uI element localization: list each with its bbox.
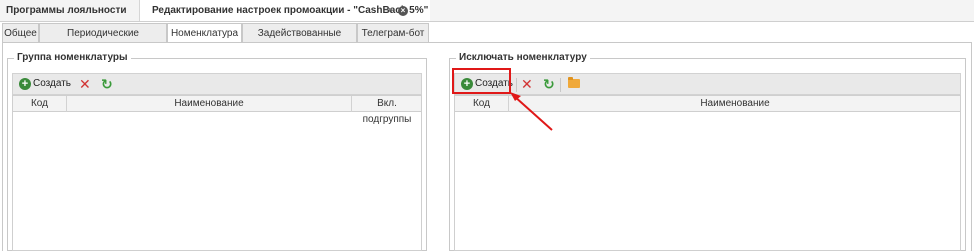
column-name[interactable]: Наименование [67,96,352,112]
pin-icon[interactable]: ⇥ [384,0,392,22]
close-icon[interactable]: × [398,6,408,16]
settings-tabs: Общее Периодические зачисления Номенклат… [2,23,972,58]
tab-periodic-accruals[interactable]: Периодические зачисления [39,23,167,58]
left-refresh-icon[interactable]: ↻ [101,76,113,93]
toolbar-separator [560,78,561,92]
folder-icon[interactable] [568,77,580,88]
left-create-label: Создать [33,78,72,89]
doc-tabs-divider [0,21,974,22]
tab-loyalty-programs-label: Программы лояльности [6,5,127,16]
tab-used-warehouses[interactable]: Задействованные склады [242,23,357,58]
pointer-arrow-icon [510,92,553,131]
tab-loyalty-programs[interactable]: Программы лояльности [0,0,140,22]
nomenclature-group-panel: Группа номенклатуры + Создать ✕ ↻ Код На… [7,52,427,251]
column-code[interactable]: Код [13,96,67,112]
left-toolbar: + Создать ✕ ↻ [12,73,422,95]
left-delete-icon[interactable]: ✕ [79,76,91,93]
nomenclature-group-title: Группа номенклатуры [14,52,131,63]
column-name[interactable]: Наименование [509,96,961,112]
plus-icon: + [19,78,31,90]
left-grid: Код Наименование Вкл. подгруппы [12,95,422,251]
tab-general[interactable]: Общее [2,23,39,43]
exclude-nomenclature-title: Исключать номенклатуру [456,52,590,63]
column-include-subgroups[interactable]: Вкл. подгруппы [352,96,422,125]
left-create-button[interactable]: + Создать [17,76,75,93]
tab-nomenclature[interactable]: Номенклатура [167,23,242,44]
document-tab-bar: Программы лояльности Редактирование наст… [0,0,974,22]
left-grid-header: Код Наименование Вкл. подгруппы [13,96,422,125]
tab-edit-promo[interactable]: Редактирование настроек промоакции - "Ca… [140,0,430,22]
tab-telegram-bot[interactable]: Телеграм-бот [357,23,429,43]
